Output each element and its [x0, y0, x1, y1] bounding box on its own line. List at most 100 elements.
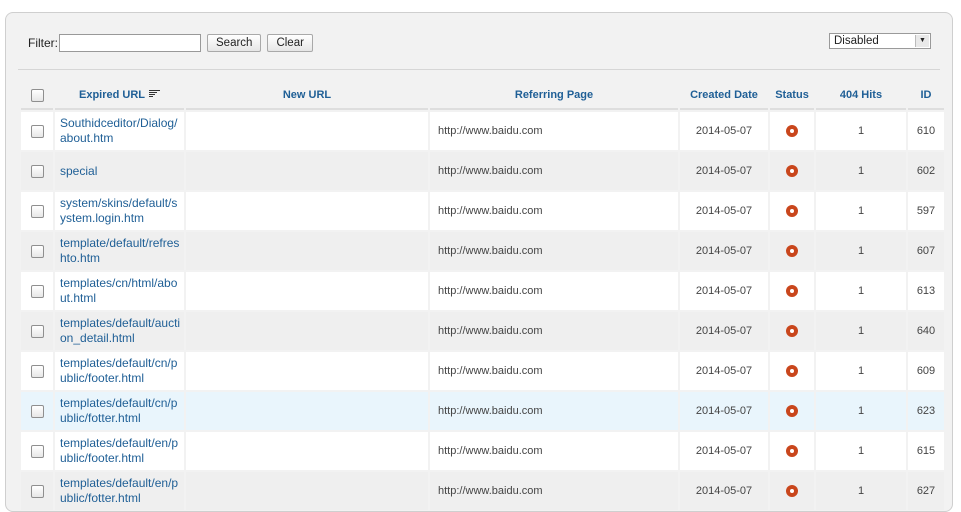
expired-url-link[interactable]: Southidceditor/Dialog/about.htm [55, 112, 184, 150]
table-row[interactable]: system/skins/default/system.login.htm htt… [21, 192, 944, 230]
col-expired-url[interactable]: Expired URL [55, 82, 184, 110]
status-cell [770, 232, 814, 270]
table-row[interactable]: special http://www.baidu.com 2014-05-07 1 60… [21, 152, 944, 190]
status-disabled-icon[interactable] [786, 445, 798, 458]
search-button[interactable]: Search [207, 34, 262, 52]
hits-cell: 1 [816, 272, 906, 310]
hits-cell: 1 [816, 432, 906, 470]
table-header-row: Expired URL New URL Referring Page Creat… [21, 82, 944, 110]
col-referring-page[interactable]: Referring Page [430, 82, 678, 110]
row-checkbox[interactable] [30, 364, 44, 378]
new-url-cell[interactable] [186, 272, 428, 310]
select-all-checkbox[interactable] [30, 88, 44, 102]
status-filter-select[interactable]: Disabled ▼ [829, 33, 931, 49]
row-checkbox[interactable] [30, 444, 44, 458]
status-cell [770, 472, 814, 510]
col-new-url[interactable]: New URL [186, 82, 428, 110]
status-cell [770, 352, 814, 390]
row-checkbox[interactable] [30, 284, 44, 298]
table-row[interactable]: templates/default/auction_detail.html htt… [21, 312, 944, 350]
col-id[interactable]: ID [908, 82, 944, 110]
expired-url-link[interactable]: templates/default/auction_detail.html [55, 312, 184, 350]
id-cell: 602 [908, 152, 944, 190]
expired-url-link[interactable]: templates/default/cn/public/fotter.html [55, 392, 184, 430]
new-url-cell[interactable] [186, 392, 428, 430]
row-select-cell [21, 232, 53, 270]
new-url-cell[interactable] [186, 352, 428, 390]
status-disabled-icon[interactable] [786, 365, 798, 378]
expired-url-link[interactable]: templates/default/en/public/fotter.html [55, 472, 184, 510]
expired-url-link[interactable]: templates/cn/html/about.html [55, 272, 184, 310]
status-disabled-icon[interactable] [786, 205, 798, 218]
expired-url-link[interactable]: special [55, 152, 184, 190]
chevron-down-icon: ▼ [915, 35, 929, 47]
id-cell: 623 [908, 392, 944, 430]
expired-url-link[interactable]: template/default/refreshto.htm [55, 232, 184, 270]
row-checkbox[interactable] [30, 124, 44, 138]
redirects-table: Expired URL New URL Referring Page Creat… [19, 80, 946, 512]
status-cell [770, 392, 814, 430]
table-row[interactable]: templates/cn/html/about.html http://www.b… [21, 272, 944, 310]
filter-input[interactable] [59, 34, 201, 52]
table-row[interactable]: template/default/refreshto.htm http://www… [21, 232, 944, 270]
id-cell: 609 [908, 352, 944, 390]
expired-url-link[interactable]: system/skins/default/system.login.htm [55, 192, 184, 230]
row-checkbox[interactable] [30, 204, 44, 218]
new-url-cell[interactable] [186, 472, 428, 510]
id-cell: 610 [908, 112, 944, 150]
filter-bar: Filter: Search Clear [28, 33, 313, 53]
col-created-date[interactable]: Created Date [680, 82, 768, 110]
row-checkbox[interactable] [30, 484, 44, 498]
table-row[interactable]: templates/default/cn/public/footer.html h… [21, 352, 944, 390]
referring-page-cell: http://www.baidu.com [430, 152, 678, 190]
hits-cell: 1 [816, 392, 906, 430]
new-url-cell[interactable] [186, 432, 428, 470]
col-status[interactable]: Status [770, 82, 814, 110]
hits-cell: 1 [816, 472, 906, 510]
new-url-cell[interactable] [186, 232, 428, 270]
status-disabled-icon[interactable] [786, 125, 798, 138]
new-url-cell[interactable] [186, 112, 428, 150]
expired-url-link[interactable]: templates/default/en/public/footer.html [55, 432, 184, 470]
row-checkbox[interactable] [30, 404, 44, 418]
new-url-cell[interactable] [186, 152, 428, 190]
filter-label: Filter: [28, 36, 58, 50]
sort-descending-icon [149, 90, 160, 99]
referring-page-cell: http://www.baidu.com [430, 272, 678, 310]
divider [18, 69, 940, 70]
status-disabled-icon[interactable] [786, 165, 798, 178]
row-checkbox[interactable] [30, 244, 44, 258]
referring-page-cell: http://www.baidu.com [430, 192, 678, 230]
col-404-hits[interactable]: 404 Hits [816, 82, 906, 110]
row-checkbox[interactable] [30, 324, 44, 338]
status-disabled-icon[interactable] [786, 245, 798, 258]
referring-page-cell: http://www.baidu.com [430, 112, 678, 150]
new-url-cell[interactable] [186, 192, 428, 230]
table-row[interactable]: templates/default/en/public/fotter.html h… [21, 472, 944, 510]
select-all-cell [21, 82, 53, 110]
table-row[interactable]: templates/default/cn/public/fotter.html h… [21, 392, 944, 430]
created-date-cell: 2014-05-07 [680, 272, 768, 310]
status-cell [770, 112, 814, 150]
row-select-cell [21, 272, 53, 310]
status-cell [770, 312, 814, 350]
created-date-cell: 2014-05-07 [680, 192, 768, 230]
hits-cell: 1 [816, 232, 906, 270]
status-disabled-icon[interactable] [786, 285, 798, 298]
status-disabled-icon[interactable] [786, 405, 798, 418]
table-row[interactable]: Southidceditor/Dialog/about.htm http://ww… [21, 112, 944, 150]
status-disabled-icon[interactable] [786, 325, 798, 338]
hits-cell: 1 [816, 312, 906, 350]
status-disabled-icon[interactable] [786, 485, 798, 498]
created-date-cell: 2014-05-07 [680, 392, 768, 430]
expired-url-link[interactable]: templates/default/cn/public/footer.html [55, 352, 184, 390]
id-cell: 640 [908, 312, 944, 350]
created-date-cell: 2014-05-07 [680, 112, 768, 150]
row-select-cell [21, 432, 53, 470]
created-date-cell: 2014-05-07 [680, 152, 768, 190]
row-checkbox[interactable] [30, 164, 44, 178]
referring-page-cell: http://www.baidu.com [430, 232, 678, 270]
clear-button[interactable]: Clear [267, 34, 313, 52]
table-row[interactable]: templates/default/en/public/footer.html h… [21, 432, 944, 470]
new-url-cell[interactable] [186, 312, 428, 350]
